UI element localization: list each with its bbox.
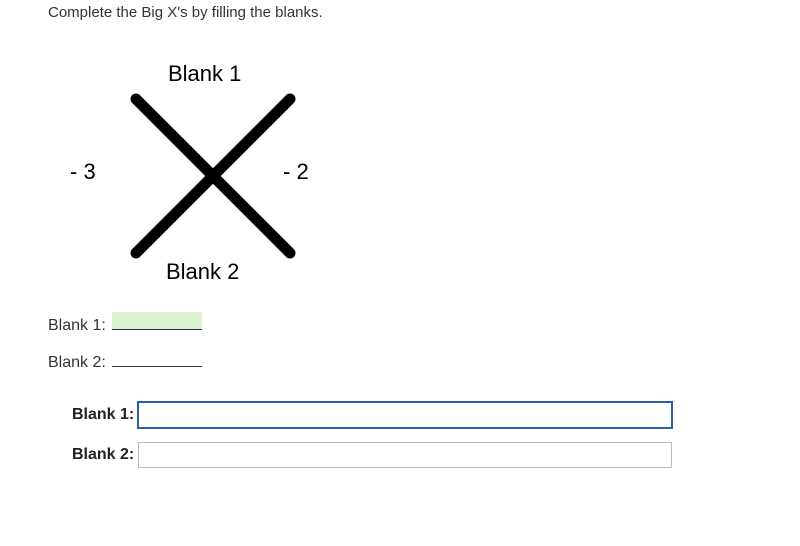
blank2-label: Blank 2: [48, 354, 110, 372]
answer1-input[interactable] [138, 402, 672, 428]
diagram-right-value: - 2 [283, 159, 309, 185]
instruction-text: Complete the Big X's by filling the blan… [48, 4, 752, 21]
x-shape-icon [128, 91, 298, 261]
answer-inputs-section: Blank 1: Blank 2: [72, 402, 752, 468]
answer-row-2: Blank 2: [72, 442, 752, 468]
answer-row-1: Blank 1: [72, 402, 752, 428]
diagram-bottom-label: Blank 2 [166, 259, 239, 285]
blank2-underline[interactable] [112, 349, 202, 367]
answer1-label: Blank 1: [72, 406, 138, 424]
diagram-left-value: - 3 [70, 159, 96, 185]
answer2-label: Blank 2: [72, 446, 138, 464]
diagram-top-label: Blank 1 [168, 61, 241, 87]
fill-blanks-section: Blank 1: Blank 2: [48, 312, 752, 372]
blank1-underline[interactable] [112, 312, 202, 330]
blank1-label: Blank 1: [48, 317, 110, 335]
big-x-diagram: Blank 1 - 3 - 2 Blank 2 [58, 49, 358, 284]
blank-line-2: Blank 2: [48, 349, 752, 372]
blank-line-1: Blank 1: [48, 312, 752, 335]
answer2-input[interactable] [138, 442, 672, 468]
